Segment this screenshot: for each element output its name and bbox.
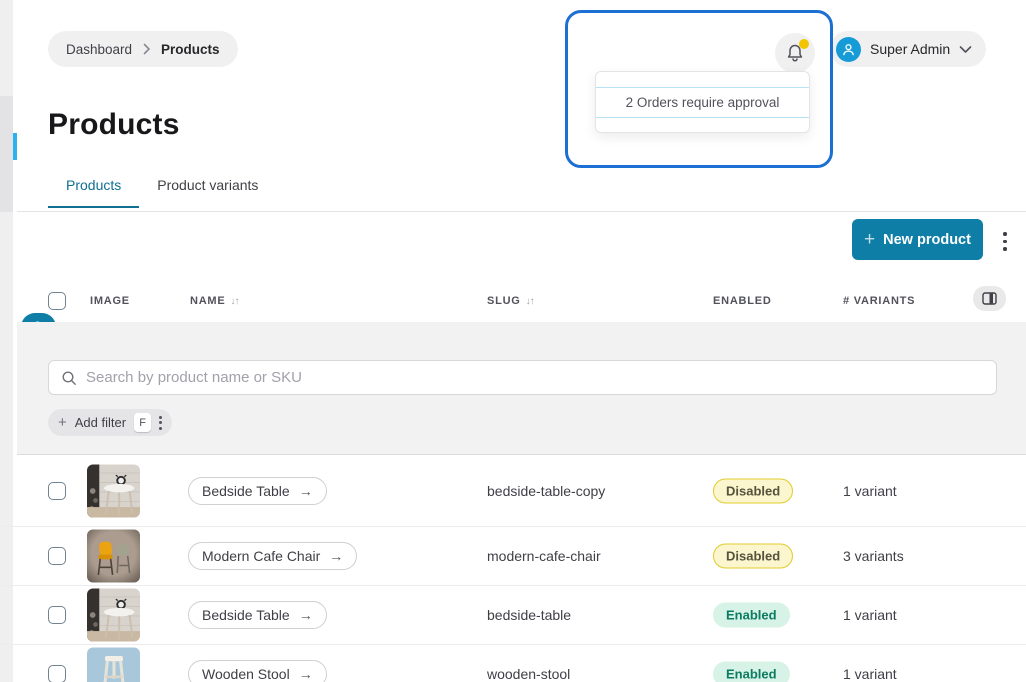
plus-icon: + <box>58 415 67 430</box>
product-name-link[interactable]: Bedside Table → <box>188 601 327 629</box>
tab-bar: Products Product variants <box>48 177 276 208</box>
product-name: Wooden Stool <box>202 666 290 682</box>
row-checkbox[interactable] <box>48 665 66 682</box>
columns-icon <box>982 292 997 305</box>
filter-kebab-menu[interactable] <box>159 416 162 430</box>
search-box <box>48 360 997 395</box>
breadcrumb-products: Products <box>161 42 220 57</box>
arrow-right-icon: → <box>329 548 343 564</box>
sort-icon[interactable]: ↓↑ <box>230 296 238 307</box>
status-badge: Disabled <box>713 544 793 569</box>
table-row[interactable]: Modern Cafe Chair → modern-cafe-chair Di… <box>0 527 1026 586</box>
product-name: Modern Cafe Chair <box>202 548 320 564</box>
row-checkbox[interactable] <box>48 547 66 565</box>
breadcrumb: Dashboard Products <box>48 31 238 67</box>
column-header-image: IMAGE <box>90 295 130 307</box>
user-name: Super Admin <box>870 41 950 57</box>
page-title: Products <box>48 108 180 142</box>
product-image <box>87 648 140 682</box>
column-header-slug: SLUG ↓↑ <box>487 295 534 307</box>
row-checkbox[interactable] <box>48 606 66 624</box>
keyboard-shortcut-badge: F <box>134 413 151 432</box>
arrow-right-icon: → <box>299 666 313 682</box>
left-scrollbar-thumb[interactable] <box>0 96 13 212</box>
column-header-enabled: ENABLED <box>713 295 772 307</box>
arrow-right-icon: → <box>299 483 313 499</box>
add-filter-button[interactable]: + Add filter F <box>48 409 172 436</box>
chevron-right-icon <box>142 43 151 55</box>
row-checkbox[interactable] <box>48 482 66 500</box>
column-header-variants: # VARIANTS <box>843 295 915 307</box>
chevron-down-icon <box>959 45 972 54</box>
product-name-link[interactable]: Bedside Table → <box>188 477 327 505</box>
variant-count: 1 variant <box>843 666 897 682</box>
sort-icon[interactable]: ↓↑ <box>526 296 534 307</box>
table-row[interactable]: Bedside Table → bedside-table Enabled 1 … <box>0 586 1026 645</box>
status-badge: Enabled <box>713 603 790 628</box>
column-header-name: NAME ↓↑ <box>190 295 238 307</box>
search-input[interactable] <box>86 369 984 386</box>
plus-icon: + <box>864 230 875 249</box>
variant-count: 1 variant <box>843 607 897 623</box>
product-name: Bedside Table <box>202 483 290 499</box>
toolbar-kebab-menu[interactable] <box>1000 229 1010 254</box>
new-product-button[interactable]: + New product <box>852 219 983 260</box>
filter-bar: + Add filter F <box>17 322 1026 455</box>
product-slug: wooden-stool <box>487 666 570 682</box>
tab-products[interactable]: Products <box>48 177 139 208</box>
notifications-button[interactable] <box>775 33 815 73</box>
products-page: Dashboard Products Super Admin 2 Orders … <box>0 0 1026 682</box>
product-name-link[interactable]: Modern Cafe Chair → <box>188 542 357 570</box>
product-image <box>87 465 140 518</box>
nav-accent-bar <box>13 133 17 160</box>
product-image <box>87 589 140 642</box>
product-name: Bedside Table <box>202 607 290 623</box>
select-all-checkbox[interactable] <box>48 292 66 310</box>
tab-product-variants[interactable]: Product variants <box>139 177 276 208</box>
product-name-link[interactable]: Wooden Stool → <box>188 660 327 682</box>
search-icon <box>61 370 77 386</box>
variant-count: 3 variants <box>843 548 904 564</box>
breadcrumb-dashboard[interactable]: Dashboard <box>66 42 132 57</box>
notifications-popup: 2 Orders require approval <box>595 71 810 133</box>
avatar <box>836 37 861 62</box>
column-settings-button[interactable] <box>973 286 1006 311</box>
variant-count: 1 variant <box>843 483 897 499</box>
product-slug: bedside-table <box>487 607 571 623</box>
table-row[interactable]: Bedside Table → bedside-table-copy Disab… <box>0 456 1026 527</box>
product-slug: modern-cafe-chair <box>487 548 601 564</box>
status-badge: Enabled <box>713 662 790 682</box>
divider <box>17 211 1026 212</box>
product-image <box>87 530 140 583</box>
user-menu[interactable]: Super Admin <box>830 31 986 67</box>
notification-dot <box>799 39 809 49</box>
table-row[interactable]: Wooden Stool → wooden-stool Enabled 1 va… <box>0 645 1026 682</box>
bell-icon <box>785 43 805 63</box>
notification-item[interactable]: 2 Orders require approval <box>596 87 809 118</box>
status-badge: Disabled <box>713 479 793 504</box>
product-slug: bedside-table-copy <box>487 483 605 499</box>
arrow-right-icon: → <box>299 607 313 623</box>
